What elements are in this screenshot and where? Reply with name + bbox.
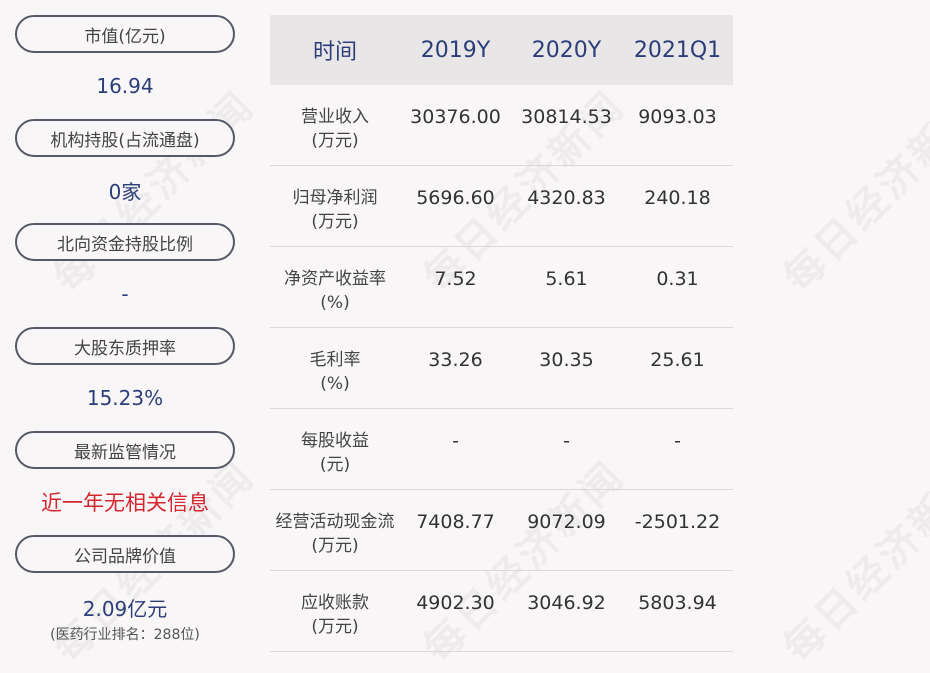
header-cell: 时间 <box>312 40 357 65</box>
table-cell: 9072.09 <box>527 511 606 533</box>
watermark: 每日经济新闻 <box>775 452 930 672</box>
table-cell: 9093.03 <box>638 106 717 128</box>
table-cell: - <box>674 430 681 452</box>
metric-value: 2.09亿元 (医药行业排名：288位) <box>15 573 235 643</box>
metric-value: 15.23% <box>86 386 164 410</box>
table-cell: 4902.30 <box>416 592 495 614</box>
table-cell: 3046.92 <box>527 592 606 614</box>
table-cell: 7.52 <box>434 268 477 290</box>
table-cell: 33.26 <box>428 349 483 371</box>
table-row: 归母净利润 (万元) 5696.60 4320.83 240.18 <box>270 166 733 247</box>
header-cell: 2021Q1 <box>633 37 722 63</box>
financial-table: 时间 2019Y 2020Y 2021Q1 营业收入 (万元) 30376.00 … <box>270 15 733 652</box>
table-row: 经营活动现金流 (万元) 7408.77 9072.09 -2501.22 <box>270 490 733 571</box>
table-cell: 5696.60 <box>416 187 495 209</box>
table-row: 营业收入 (万元) 30376.00 30814.53 9093.03 <box>270 85 733 166</box>
metric-value: - <box>121 282 129 306</box>
row-label: 经营活动现金流 (万元) <box>275 512 395 556</box>
metric-value: 0家 <box>108 179 142 204</box>
metric-label: 机构持股(占流通盘) <box>15 119 235 157</box>
metric-value-alert: 近一年无相关信息 <box>41 491 209 515</box>
table-cell: 30814.53 <box>521 106 612 128</box>
industry-rank: (医药行业排名：288位) <box>50 627 200 643</box>
row-label: 归母净利润 (万元) <box>292 188 378 232</box>
table-cell: - <box>563 430 570 452</box>
table-row: 每股收益 (元) - - - <box>270 409 733 490</box>
header-cell: 2020Y <box>531 37 602 63</box>
table-row: 毛利率 (%) 33.26 30.35 25.61 <box>270 328 733 409</box>
table-cell: 0.31 <box>656 268 699 290</box>
row-label: 应收账款 (万元) <box>301 593 369 637</box>
table-cell: 5.61 <box>545 268 588 290</box>
table-cell: 4320.83 <box>527 187 606 209</box>
table-row: 应收账款 (万元) 4902.30 3046.92 5803.94 <box>270 571 733 652</box>
table-cell: - <box>452 430 459 452</box>
table-cell: 30376.00 <box>410 106 501 128</box>
row-label: 净资产收益率 (%) <box>284 269 386 313</box>
metric-label: 最新监管情况 <box>15 431 235 469</box>
table-cell: 25.61 <box>650 349 705 371</box>
metrics-panel: 市值(亿元) 16.94 机构持股(占流通盘) 0家 北向资金持股比例 - 大股… <box>15 15 235 643</box>
table-cell: -2501.22 <box>634 511 721 533</box>
header-cell: 2019Y <box>420 37 491 63</box>
table-row: 净资产收益率 (%) 7.52 5.61 0.31 <box>270 247 733 328</box>
table-cell: 5803.94 <box>638 592 717 614</box>
metric-label: 北向资金持股比例 <box>15 223 235 261</box>
table-cell: 240.18 <box>644 187 711 209</box>
row-label: 每股收益 (元) <box>301 431 369 475</box>
table-cell: 30.35 <box>539 349 594 371</box>
metric-label: 市值(亿元) <box>15 15 235 53</box>
metric-label: 公司品牌价值 <box>15 535 235 573</box>
row-label: 毛利率 (%) <box>309 350 361 394</box>
metric-label: 大股东质押率 <box>15 327 235 365</box>
metric-value: 16.94 <box>96 74 154 98</box>
row-label: 营业收入 (万元) <box>301 107 369 151</box>
table-cell: 7408.77 <box>416 511 495 533</box>
watermark: 每日经济新闻 <box>775 82 930 302</box>
table-header: 时间 2019Y 2020Y 2021Q1 <box>270 15 733 85</box>
brand-value: 2.09亿元 <box>82 597 168 621</box>
